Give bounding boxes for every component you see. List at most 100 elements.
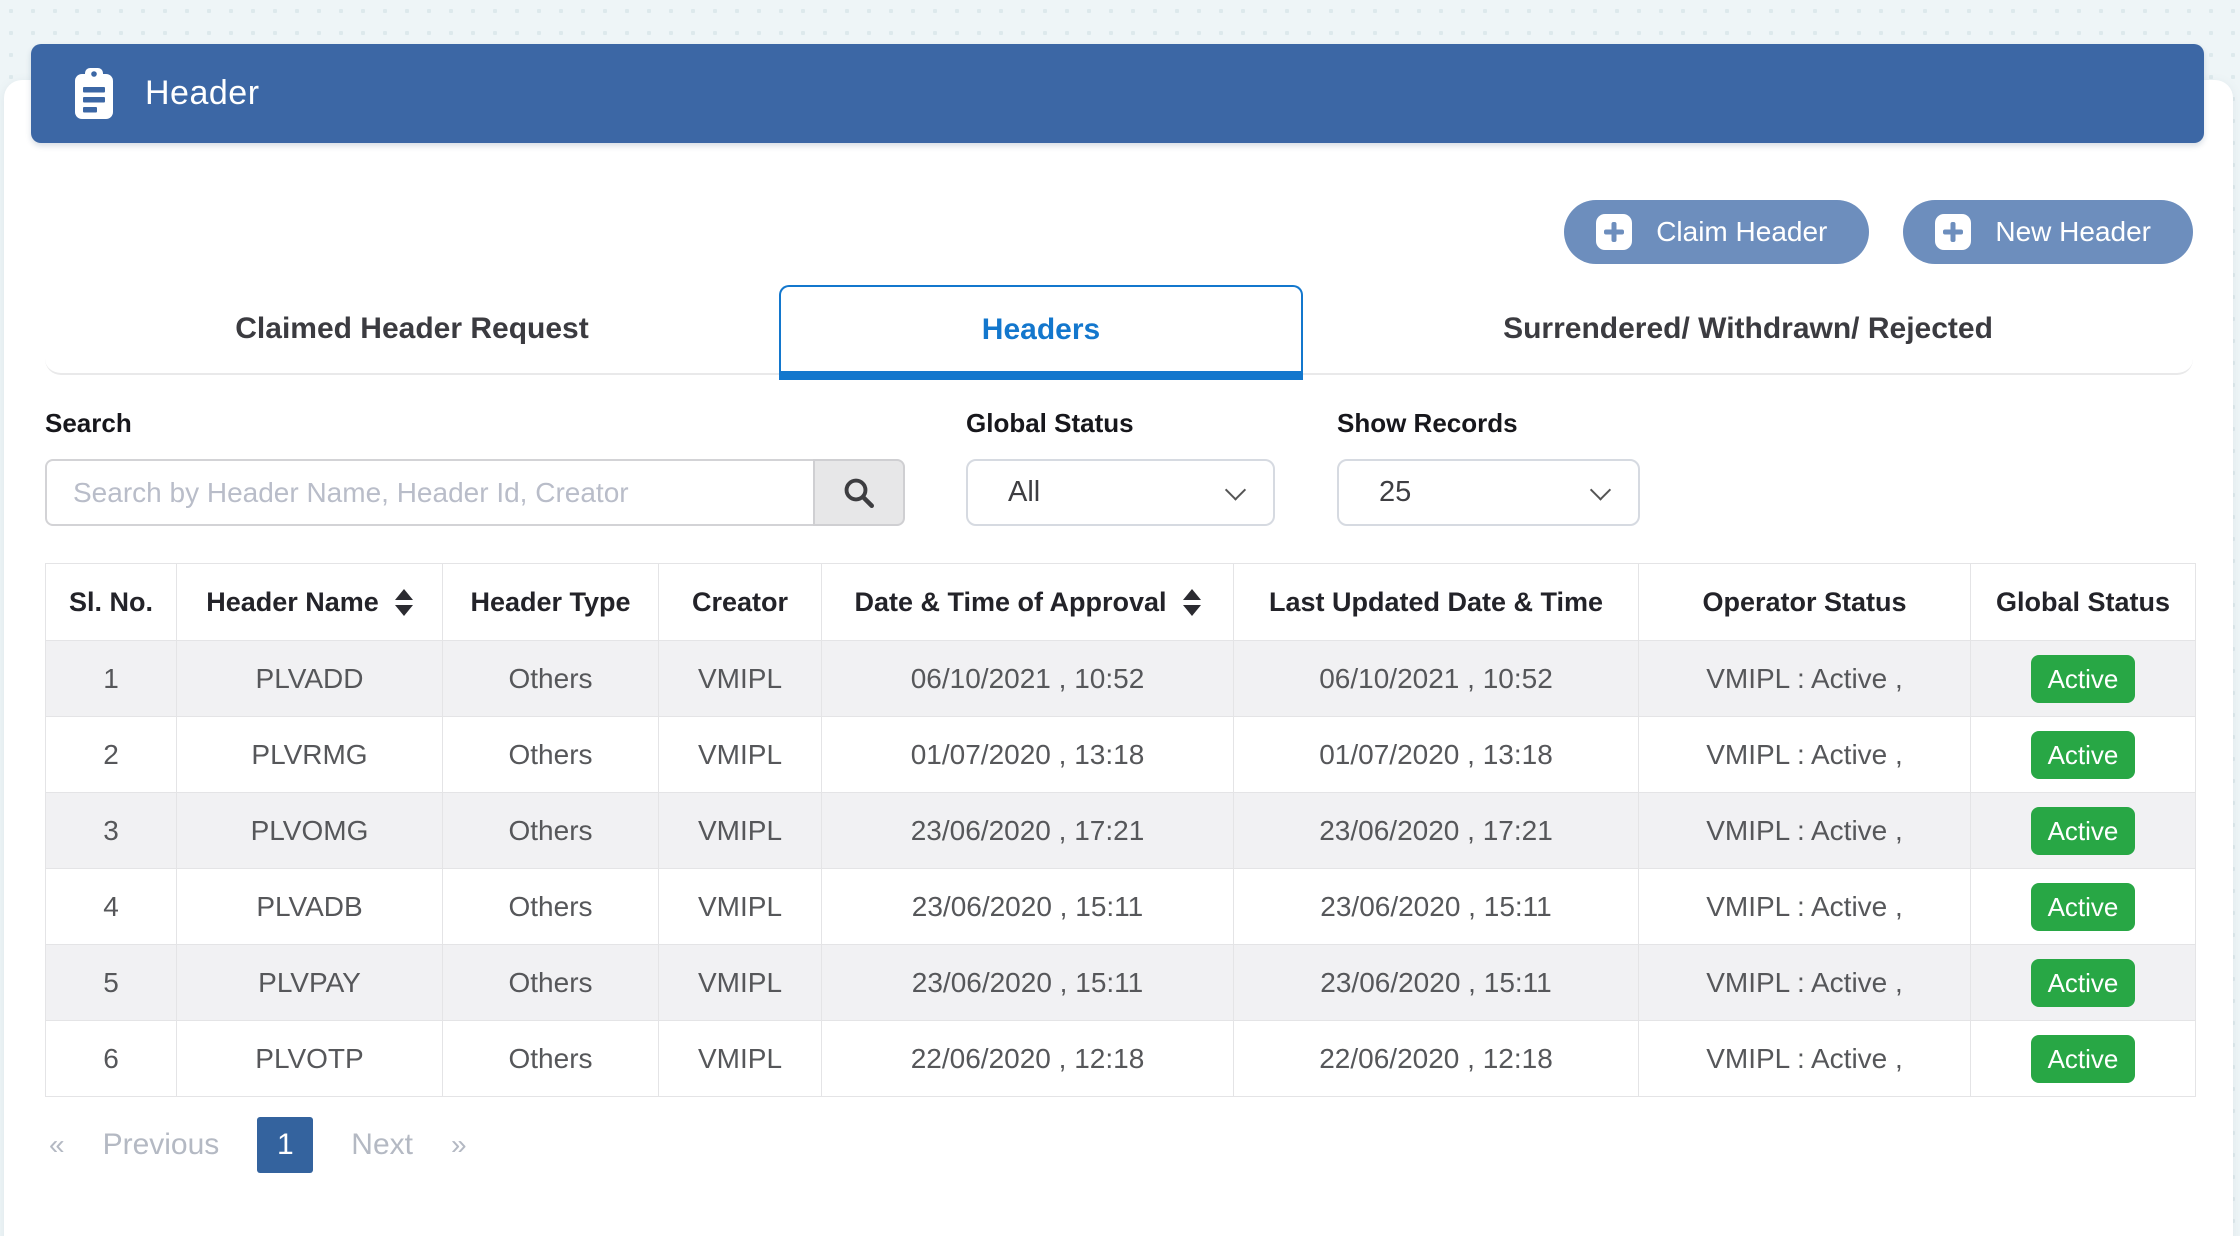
claim-header-label: Claim Header: [1656, 216, 1827, 248]
global-status-label: Global Status: [966, 408, 1275, 439]
chevron-down-icon: [1225, 479, 1246, 500]
sort-icon[interactable]: [1183, 589, 1201, 616]
tab-bar: Claimed Header Request Headers Surrender…: [45, 285, 2193, 375]
card-content-layer: Claim Header New Header Claimed Header R…: [4, 80, 2233, 1236]
cell-header-name: PLVADD: [177, 641, 443, 717]
cell-header-type: Others: [443, 1021, 659, 1097]
table-row: 1 PLVADD Others VMIPL 06/10/2021 , 10:52…: [46, 641, 2196, 717]
page-title-bar: Header: [31, 44, 2204, 143]
search-group: Search: [45, 408, 905, 526]
cell-header-name: PLVOTP: [177, 1021, 443, 1097]
cell-operator-status: VMIPL : Active ,: [1639, 945, 1971, 1021]
status-badge: Active: [2031, 731, 2136, 779]
cell-date-approval: 23/06/2020 , 17:21: [822, 793, 1234, 869]
cell-sl-no: 1: [46, 641, 177, 717]
cell-global-status: Active: [1971, 717, 2196, 793]
cell-sl-no: 3: [46, 793, 177, 869]
plus-icon: [1596, 214, 1632, 250]
tab-surrendered-withdrawn-rejected[interactable]: Surrendered/ Withdrawn/ Rejected: [1303, 285, 2193, 373]
pagination-next[interactable]: Next: [351, 1128, 413, 1162]
cell-header-type: Others: [443, 641, 659, 717]
status-badge: Active: [2031, 807, 2136, 855]
cell-header-type: Others: [443, 717, 659, 793]
cell-global-status: Active: [1971, 641, 2196, 717]
cell-operator-status: VMIPL : Active ,: [1639, 869, 1971, 945]
show-records-value: 25: [1379, 476, 1411, 509]
pagination-first[interactable]: «: [49, 1129, 65, 1161]
column-header-type: Header Type: [443, 564, 659, 641]
chevron-down-icon: [1590, 479, 1611, 500]
cell-date-approval: 23/06/2020 , 15:11: [822, 945, 1234, 1021]
cell-header-type: Others: [443, 793, 659, 869]
cell-operator-status: VMIPL : Active ,: [1639, 1021, 1971, 1097]
cell-sl-no: 6: [46, 1021, 177, 1097]
cell-creator: VMIPL: [659, 1021, 822, 1097]
column-global-status: Global Status: [1971, 564, 2196, 641]
table-row: 3 PLVOMG Others VMIPL 23/06/2020 , 17:21…: [46, 793, 2196, 869]
cell-date-approval: 23/06/2020 , 15:11: [822, 869, 1234, 945]
cell-creator: VMIPL: [659, 717, 822, 793]
pagination: « Previous 1 Next »: [49, 1117, 467, 1173]
new-header-button[interactable]: New Header: [1903, 200, 2193, 264]
cell-sl-no: 5: [46, 945, 177, 1021]
plus-icon: [1935, 214, 1971, 250]
cell-header-type: Others: [443, 945, 659, 1021]
magnifier-icon: [841, 475, 877, 511]
page-title: Header: [145, 74, 260, 113]
column-header-name[interactable]: Header Name: [177, 564, 443, 641]
cell-sl-no: 4: [46, 869, 177, 945]
table-row: 4 PLVADB Others VMIPL 23/06/2020 , 15:11…: [46, 869, 2196, 945]
pagination-page-1[interactable]: 1: [257, 1117, 313, 1173]
show-records-select[interactable]: 25: [1337, 459, 1640, 526]
column-date-approval[interactable]: Date & Time of Approval: [822, 564, 1234, 641]
column-last-updated: Last Updated Date & Time: [1234, 564, 1639, 641]
tab-headers[interactable]: Headers: [779, 285, 1303, 373]
header-actions: Claim Header New Header: [1564, 200, 2193, 264]
cell-header-name: PLVOMG: [177, 793, 443, 869]
cell-header-name: PLVPAY: [177, 945, 443, 1021]
cell-date-approval: 06/10/2021 , 10:52: [822, 641, 1234, 717]
column-sl-no: Sl. No.: [46, 564, 177, 641]
cell-creator: VMIPL: [659, 945, 822, 1021]
search-input[interactable]: [45, 459, 815, 526]
cell-header-type: Others: [443, 869, 659, 945]
column-creator: Creator: [659, 564, 822, 641]
column-operator-status: Operator Status: [1639, 564, 1971, 641]
status-badge: Active: [2031, 959, 2136, 1007]
new-header-label: New Header: [1995, 216, 2151, 248]
pagination-previous[interactable]: Previous: [103, 1128, 220, 1162]
cell-global-status: Active: [1971, 945, 2196, 1021]
sort-icon[interactable]: [395, 589, 413, 616]
cell-last-updated: 22/06/2020 , 12:18: [1234, 1021, 1639, 1097]
cell-sl-no: 2: [46, 717, 177, 793]
search-button[interactable]: [813, 459, 905, 526]
cell-header-name: PLVRMG: [177, 717, 443, 793]
status-badge: Active: [2031, 1035, 2136, 1083]
clipboard-icon: [71, 67, 117, 121]
tab-label: Headers: [982, 313, 1100, 347]
cell-operator-status: VMIPL : Active ,: [1639, 793, 1971, 869]
cell-header-name: PLVADB: [177, 869, 443, 945]
cell-operator-status: VMIPL : Active ,: [1639, 641, 1971, 717]
search-label: Search: [45, 408, 905, 439]
global-status-select[interactable]: All: [966, 459, 1275, 526]
global-status-value: All: [1008, 476, 1040, 509]
tab-claimed-header-request[interactable]: Claimed Header Request: [45, 285, 779, 373]
cell-date-approval: 01/07/2020 , 13:18: [822, 717, 1234, 793]
cell-last-updated: 23/06/2020 , 17:21: [1234, 793, 1639, 869]
cell-global-status: Active: [1971, 793, 2196, 869]
table-row: 6 PLVOTP Others VMIPL 22/06/2020 , 12:18…: [46, 1021, 2196, 1097]
cell-creator: VMIPL: [659, 641, 822, 717]
status-badge: Active: [2031, 883, 2136, 931]
status-badge: Active: [2031, 655, 2136, 703]
claim-header-button[interactable]: Claim Header: [1564, 200, 1869, 264]
tab-label: Surrendered/ Withdrawn/ Rejected: [1503, 312, 1993, 346]
pagination-last[interactable]: »: [451, 1129, 467, 1161]
cell-last-updated: 23/06/2020 , 15:11: [1234, 869, 1639, 945]
cell-last-updated: 23/06/2020 , 15:11: [1234, 945, 1639, 1021]
show-records-filter: Show Records 25: [1337, 408, 1640, 526]
headers-table: Sl. No. Header Name Header Type Creator …: [45, 563, 2195, 1097]
cell-last-updated: 01/07/2020 , 13:18: [1234, 717, 1639, 793]
table-row: 5 PLVPAY Others VMIPL 23/06/2020 , 15:11…: [46, 945, 2196, 1021]
cell-creator: VMIPL: [659, 793, 822, 869]
